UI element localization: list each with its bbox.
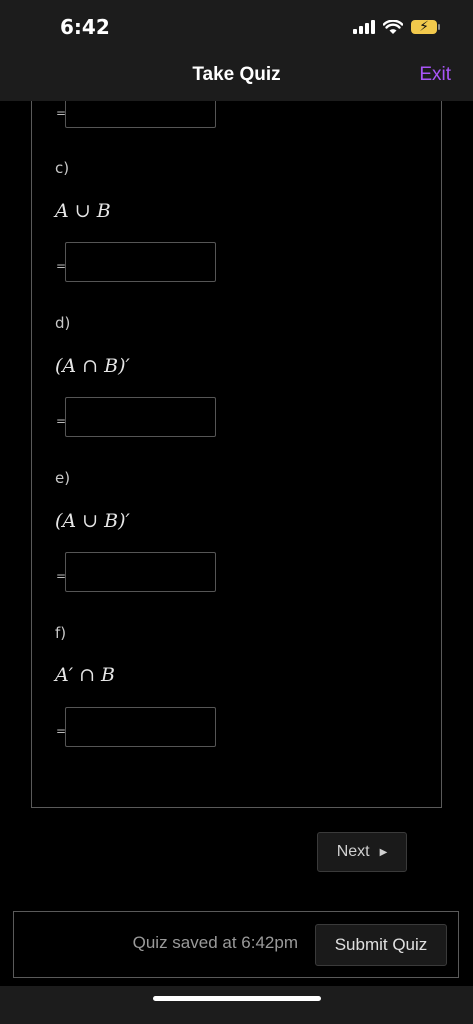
math-expression-c: A ∪ B (55, 200, 111, 222)
cellular-signal-icon (353, 20, 375, 34)
answer-input-e[interactable] (65, 552, 216, 592)
math-expression-d: (A ∩ B)′ (55, 355, 130, 377)
status-time: 6:42 (60, 15, 110, 39)
nav-bar: Take Quiz Exit (0, 52, 473, 101)
quiz-panel: = c) A ∪ B = d) (A ∩ B)′ = e) (A ∪ B)′ =… (31, 101, 442, 808)
math-expression-f: A′ ∩ B (55, 664, 115, 686)
answer-input-d[interactable] (65, 397, 216, 437)
part-label-f: f) (55, 624, 67, 642)
battery-charging-icon: ⚡ (411, 19, 440, 35)
status-bar: 6:42 ⚡ (0, 0, 473, 52)
page-title: Take Quiz (192, 64, 281, 85)
part-label-d: d) (55, 314, 71, 332)
next-button[interactable]: Next ▶ (317, 832, 407, 872)
wifi-icon (383, 19, 403, 34)
save-status: Quiz saved at 6:42pm (132, 933, 298, 952)
exit-button[interactable]: Exit (419, 64, 451, 86)
answer-input-f[interactable] (65, 707, 216, 747)
part-label-c: c) (55, 159, 70, 177)
home-indicator[interactable] (153, 996, 321, 1001)
part-label-e: e) (55, 469, 71, 487)
play-arrow-icon: ▶ (379, 846, 388, 858)
math-expression-e: (A ∪ B)′ (55, 510, 130, 532)
answer-input-c[interactable] (65, 242, 216, 282)
home-indicator-area (0, 986, 473, 1024)
save-bar: Quiz saved at 6:42pm Submit Quiz (13, 911, 459, 978)
next-button-label: Next (336, 843, 370, 860)
submit-quiz-button[interactable]: Submit Quiz (315, 924, 447, 966)
answer-input-b[interactable] (65, 101, 216, 128)
status-icons: ⚡ (353, 17, 440, 37)
